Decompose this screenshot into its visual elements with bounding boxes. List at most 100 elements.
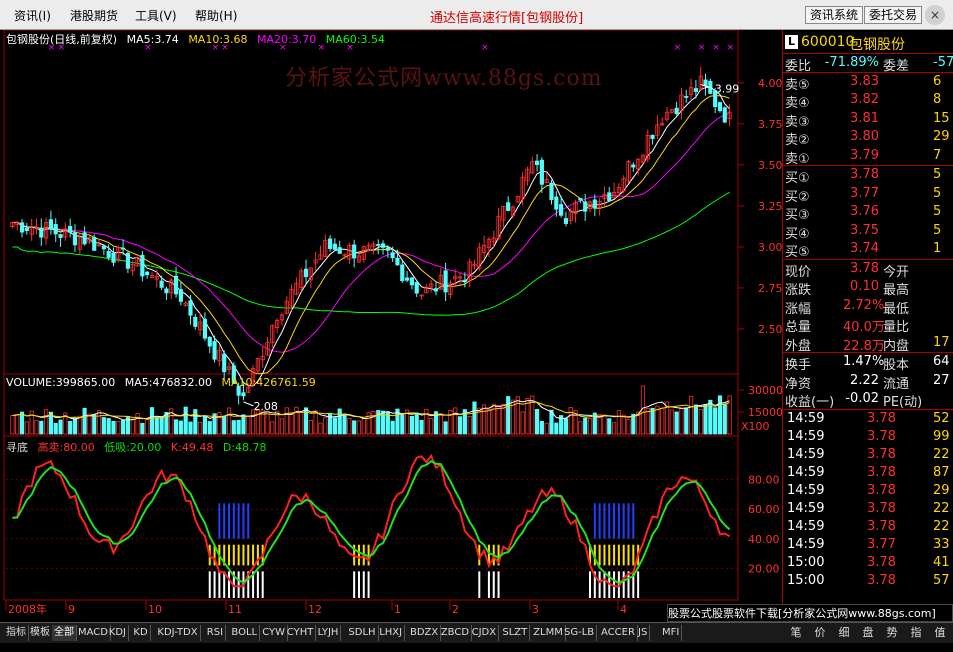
indicator-tab[interactable]: ZBCD — [439, 625, 473, 641]
stat-row[interactable]: 总量 40.0万 量比 — [783, 315, 953, 335]
volume-bar — [713, 407, 718, 435]
stat-row-label2: 最高 — [883, 283, 910, 298]
view-tab[interactable]: 细 — [834, 625, 854, 641]
indicator-tab[interactable]: ACCER — [599, 625, 638, 641]
view-tab[interactable]: 盘 — [858, 625, 878, 641]
ask-row-volume: 15 — [933, 110, 950, 126]
candle-body — [443, 270, 448, 293]
view-tab[interactable]: 值 — [930, 625, 950, 641]
stat2-row[interactable]: 收益(一) -0.02 PE(动) — [783, 390, 953, 410]
stat2-row[interactable]: 净资 2.22 流通 27 — [783, 372, 953, 392]
ask-row[interactable]: 卖④ 3.82 8 — [783, 91, 953, 111]
indicator-tab[interactable]: 模板 — [28, 625, 53, 641]
volume-unit-label: X100 — [741, 420, 770, 433]
candle-body — [433, 288, 439, 292]
indicator-tab[interactable]: BOLL — [229, 625, 261, 641]
warn-signal-bar — [622, 544, 625, 566]
candle-body — [380, 243, 386, 248]
candle-body — [400, 264, 405, 282]
tick-row: 14:59 3.78 99 — [783, 428, 953, 446]
weicha-label: 委差 — [883, 59, 910, 74]
indicator-tab[interactable]: LYJH — [316, 625, 342, 641]
volume-bar — [183, 406, 188, 435]
warn-signal-bar — [627, 544, 630, 566]
bid-row[interactable]: 买① 3.78 5 — [783, 166, 953, 186]
price-tick-label: 3.00 — [758, 241, 782, 254]
indicator-tab[interactable]: BDZX — [408, 625, 442, 641]
stat-row[interactable]: 外盘 22.8万 内盘 17 — [783, 334, 953, 354]
indicator-tab[interactable]: 指标 — [4, 625, 29, 641]
volume-bar — [448, 409, 453, 435]
indicator-tab[interactable]: RSI — [205, 625, 227, 641]
volume-bar — [82, 407, 87, 435]
menu-item-help[interactable]: 帮助(H) — [195, 7, 237, 24]
bid-row[interactable]: 买⑤ 3.74 1 — [783, 240, 953, 260]
view-tab[interactable]: 笔 — [786, 625, 806, 641]
ask-row-label: 卖⑤ — [785, 77, 810, 93]
indicator-tab[interactable]: KDJ — [107, 625, 130, 641]
candle-body — [19, 222, 25, 233]
indicator-tab[interactable]: SG-LB — [562, 625, 598, 641]
kline-chart[interactable]: 4.003.753.503.253.002.752.503.992.08× × × ×… — [0, 30, 782, 622]
buy-signal-bar — [223, 571, 226, 598]
bid-row-price: 3.77 — [850, 185, 879, 201]
indicator-tab[interactable]: MACD — [76, 625, 111, 641]
candle-body — [592, 199, 597, 209]
ask-row[interactable]: 卖③ 3.81 15 — [783, 110, 953, 130]
buy-signal-bar — [492, 571, 495, 598]
candle-body — [207, 336, 212, 347]
indicator-tab[interactable]: KDJ-TDX — [155, 625, 201, 641]
tick-time: 14:59 — [787, 518, 825, 534]
volume-bar — [438, 414, 443, 435]
info-system-button[interactable]: 资讯系统 — [805, 6, 864, 24]
stat-row-label: 总量 — [785, 320, 812, 335]
ma10-line — [12, 95, 730, 375]
ask-list: 卖⑤ 3.83 6 卖④ 3.82 8 卖③ 3.81 15 卖② 3.80 29 卖① 3.79 7 — [783, 73, 953, 167]
ask-row[interactable]: 卖② 3.80 29 — [783, 128, 953, 148]
indicator-tab[interactable]: CJDX — [470, 625, 500, 641]
candle-body — [24, 227, 29, 232]
stat-row[interactable]: 现价 3.78 今开 — [783, 260, 953, 280]
indicator-tab[interactable]: 全部 — [52, 625, 77, 641]
candle-body — [222, 353, 227, 373]
bid-row[interactable]: 买③ 3.76 5 — [783, 203, 953, 223]
volume-bar — [356, 420, 362, 435]
ask-row[interactable]: 卖⑤ 3.83 6 — [783, 73, 953, 93]
view-tab[interactable]: 势 — [882, 625, 902, 641]
view-tab[interactable]: 指 — [906, 625, 926, 641]
view-tab[interactable]: 价 — [810, 625, 830, 641]
volume-bar — [246, 416, 251, 435]
chart-area[interactable]: 4.00 3.75 3.50 3.25 3.00 2.75 2.50 3.99 2.08 × × × ×… — [0, 30, 782, 622]
indicator-tab[interactable]: SLZT — [500, 625, 531, 641]
stat-row[interactable]: 涨跌 0.10 最高 — [783, 278, 953, 298]
volume-bar — [563, 418, 569, 435]
stat-row[interactable]: 涨幅 2.72% 最低 — [783, 297, 953, 317]
webi-row: 委比 -71.89% 委差 -57 — [783, 54, 953, 74]
indicator-tab[interactable]: JS — [636, 625, 651, 641]
volume-label: VOLUME:399865.00 — [6, 376, 116, 389]
volume-bar — [674, 411, 679, 435]
menu-item-hk-futures[interactable]: 港股期货 — [70, 7, 118, 24]
bid-row[interactable]: 买④ 3.75 5 — [783, 222, 953, 242]
warn-signal-bar — [603, 544, 606, 566]
ad-banner[interactable]: 股票公式股票软件下载[分析家公式网www.88gs.com] — [667, 604, 953, 622]
tick-volume: 41 — [933, 554, 950, 570]
indicator-tab[interactable]: MFI — [660, 625, 683, 641]
ask-row[interactable]: 卖① 3.79 7 — [783, 147, 953, 167]
menu-item-tools[interactable]: 工具(V) — [135, 7, 177, 24]
low-buy-label: 低吸:20.00 — [104, 441, 162, 454]
indicator-tab[interactable]: ZLMM — [531, 625, 566, 641]
indicator-tab[interactable]: CYHT — [285, 625, 317, 641]
stat2-row[interactable]: 换手 1.47% 股本 64 — [783, 353, 953, 373]
indicator-tab[interactable]: SDLH — [346, 625, 379, 641]
volume-bar — [198, 421, 203, 435]
indicator-tab[interactable]: LHXJ — [377, 625, 406, 641]
indicator-tab[interactable]: KD — [131, 625, 151, 641]
bid-row[interactable]: 买② 3.77 5 — [783, 185, 953, 205]
trade-button[interactable]: 委托交易 — [864, 6, 923, 24]
stat-row-volume: 17 — [933, 334, 950, 350]
menu-item-info[interactable]: 资讯(I) — [14, 7, 51, 24]
stat-row-price: 2.72% — [843, 297, 885, 313]
close-icon[interactable]: × — [925, 5, 945, 25]
strong-signal-bar — [617, 503, 620, 539]
